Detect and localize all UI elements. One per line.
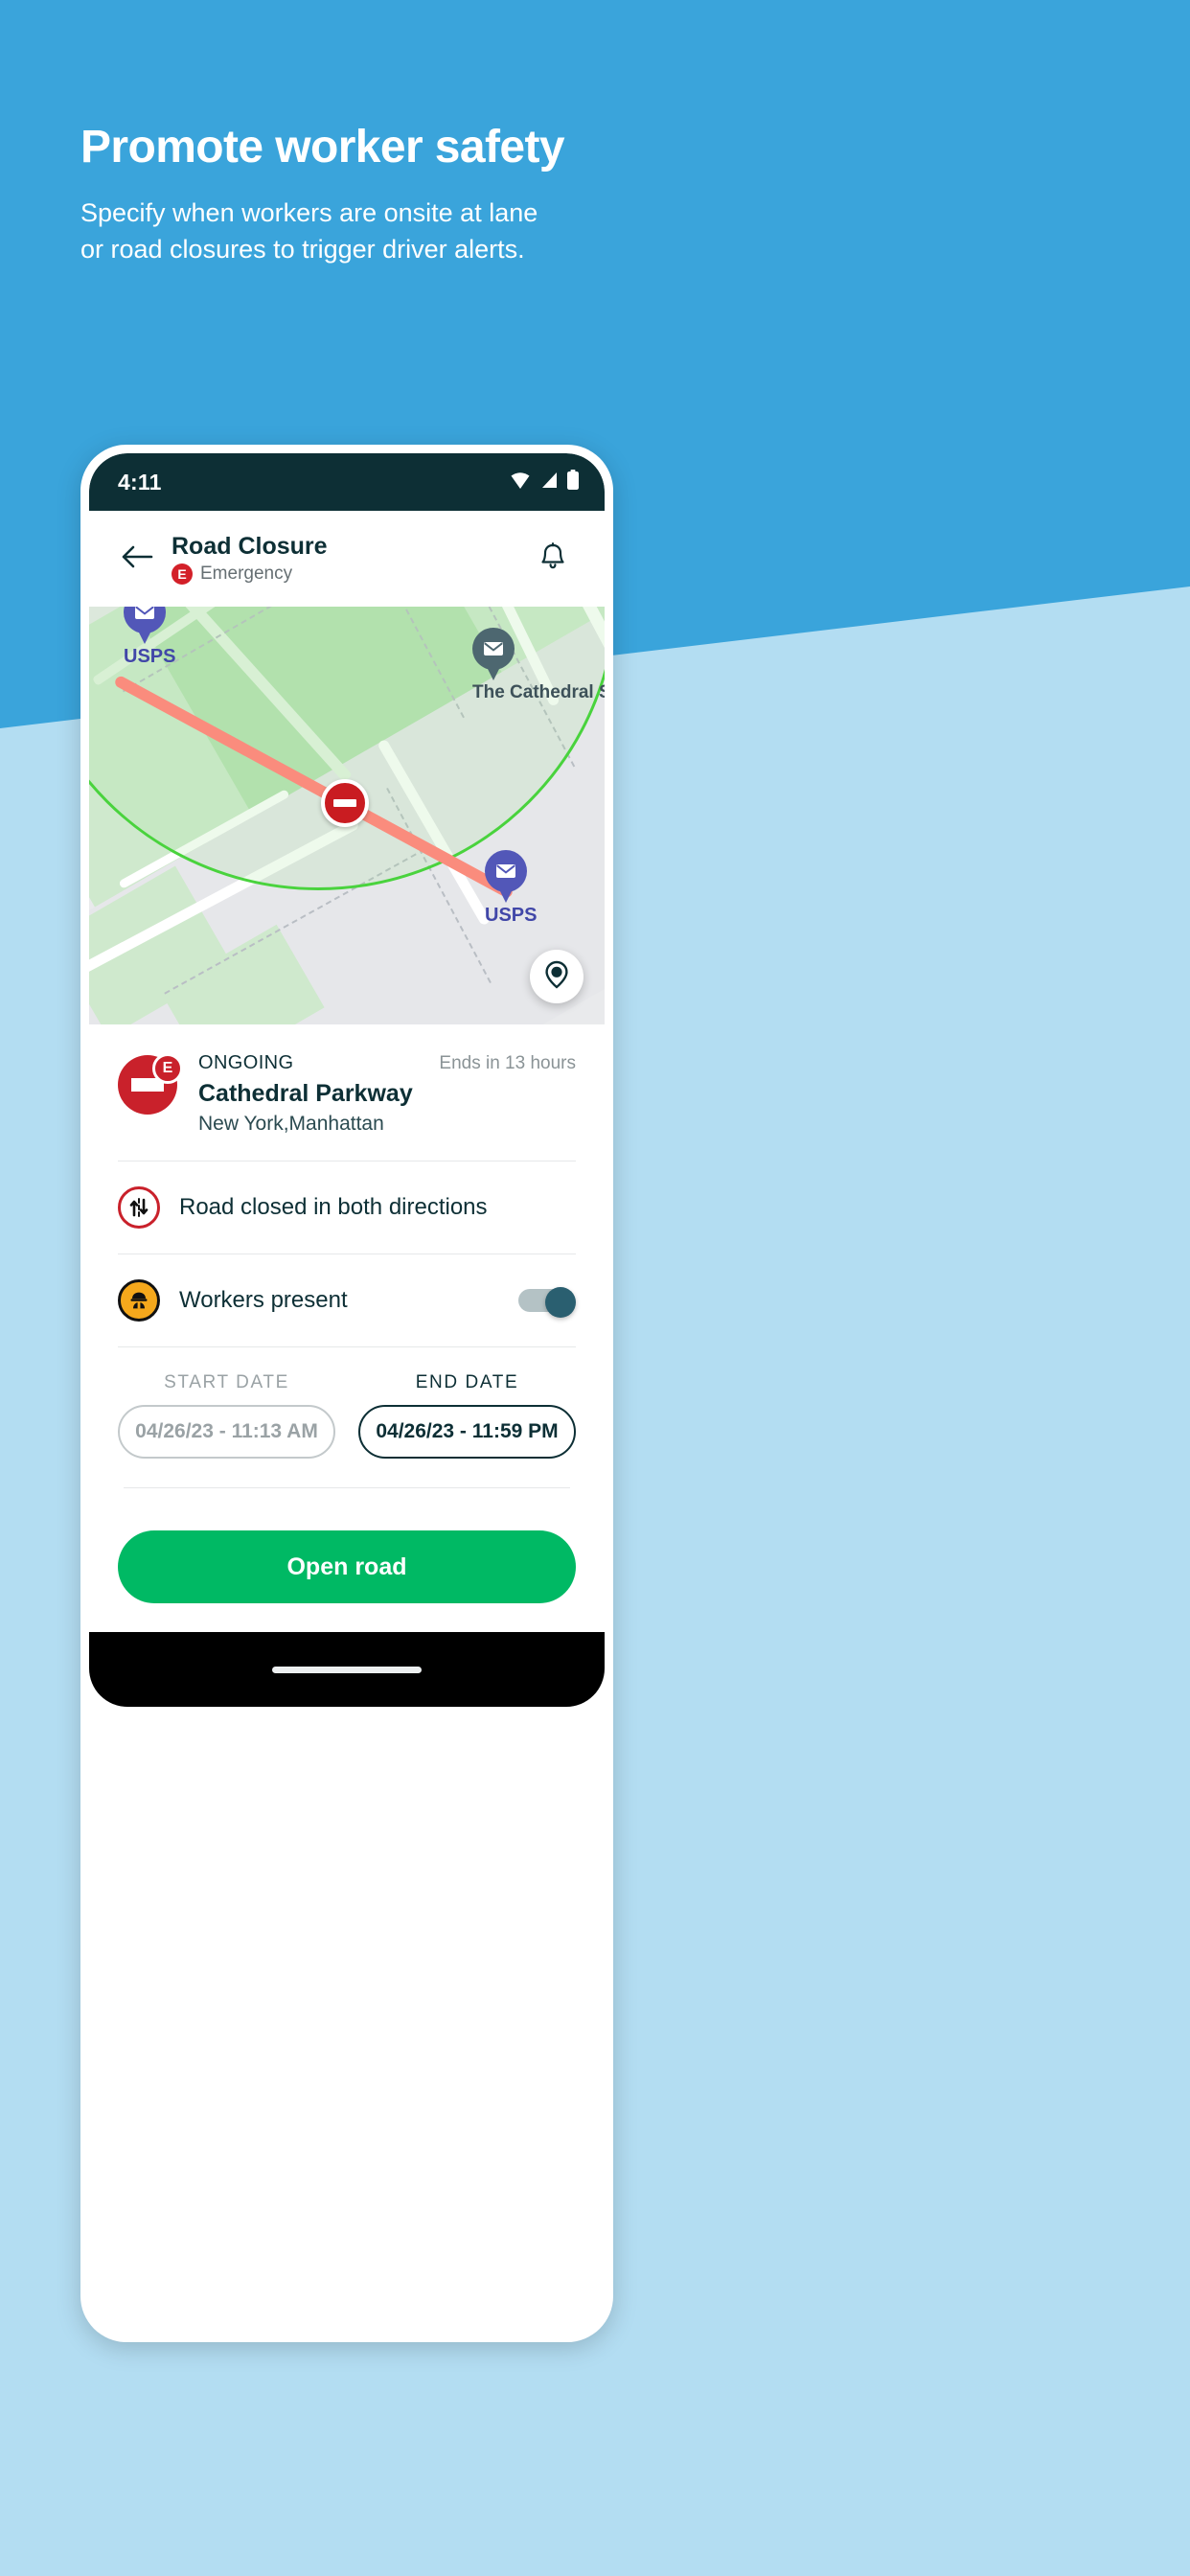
closure-name: Cathedral Parkway	[198, 1080, 413, 1107]
app-bar-subtitle: Emergency	[200, 564, 293, 584]
cta-container: Open road	[89, 1488, 605, 1633]
app-bar: Road Closure E Emergency	[89, 511, 605, 607]
closure-text-block: ONGOING Cathedral Parkway New York,Manha…	[198, 1051, 439, 1136]
start-date-caption: START DATE	[164, 1372, 289, 1393]
mail-pin-icon	[485, 850, 527, 904]
direction-label: Road closed in both directions	[179, 1194, 488, 1221]
map-marker-label: The Cathedral S	[472, 682, 605, 702]
toggle-knob	[545, 1287, 576, 1319]
date-section: START DATE 04/26/23 - 11:13 AM END DATE …	[89, 1347, 605, 1483]
notifications-button[interactable]	[528, 534, 578, 584]
battery-icon	[566, 469, 580, 495]
workers-present-row[interactable]: Workers present	[89, 1254, 605, 1347]
open-road-button[interactable]: Open road	[118, 1530, 576, 1604]
promo-subtitle-line-1: Specify when workers are onsite at lane	[80, 197, 538, 227]
app-bar-titles: Road Closure E Emergency	[172, 533, 528, 585]
workers-present-toggle[interactable]	[518, 1287, 576, 1319]
closure-summary: E ONGOING Cathedral Parkway New York,Man…	[89, 1024, 605, 1162]
map-marker-label: USPS	[124, 646, 176, 667]
status-bar-time: 4:11	[118, 469, 162, 494]
end-date-caption: END DATE	[415, 1372, 519, 1393]
cellular-signal-icon	[539, 471, 559, 494]
start-date-block: START DATE 04/26/23 - 11:13 AM	[118, 1372, 335, 1460]
no-entry-bar	[333, 799, 356, 807]
promo-title: Promote worker safety	[80, 122, 565, 172]
no-entry-icon[interactable]	[321, 779, 369, 827]
home-indicator[interactable]	[272, 1666, 422, 1673]
map-marker-usps-top[interactable]: USPS	[124, 607, 175, 668]
app-bar-subtitle-row: E Emergency	[172, 564, 528, 585]
worker-helmet-icon	[118, 1279, 160, 1322]
promo-subtitle-line-2: or road closures to trigger driver alert…	[80, 235, 525, 264]
emergency-badge: E	[152, 1053, 183, 1084]
mail-pin-icon	[472, 628, 515, 681]
wifi-icon	[509, 471, 532, 494]
end-date-block: END DATE 04/26/23 - 11:59 PM	[358, 1372, 576, 1460]
page-title: Road Closure	[172, 533, 328, 560]
map-marker-usps-bottom[interactable]: USPS	[485, 850, 537, 927]
arrow-left-icon	[121, 544, 153, 574]
phone-screen: 4:11 Road Closure E Emergency USPS The C…	[89, 453, 605, 2334]
phone-mockup: 4:11 Road Closure E Emergency USPS The C…	[80, 445, 613, 2342]
status-badge: ONGOING	[198, 1052, 294, 1073]
both-directions-icon	[118, 1186, 160, 1230]
map-view[interactable]: USPS The Cathedral S USPS	[89, 607, 605, 1024]
start-date-field[interactable]: 04/26/23 - 11:13 AM	[118, 1405, 335, 1460]
status-bar: 4:11	[89, 453, 605, 511]
android-nav-bar	[89, 1632, 605, 1708]
promo-subtitle: Specify when workers are onsite at lane …	[80, 195, 617, 268]
end-date-field[interactable]: 04/26/23 - 11:59 PM	[358, 1405, 576, 1460]
emergency-badge: E	[172, 564, 193, 585]
bell-icon	[538, 541, 567, 577]
map-marker-cathedral[interactable]: The Cathedral S	[472, 628, 605, 703]
ends-in-label: Ends in 13 hours	[439, 1053, 576, 1073]
direction-row[interactable]: Road closed in both directions	[89, 1162, 605, 1254]
status-bar-icons	[509, 469, 580, 495]
workers-present-label: Workers present	[179, 1287, 348, 1314]
my-location-icon	[542, 959, 571, 995]
road-closed-icon: E	[118, 1053, 183, 1118]
mail-pin-icon	[124, 607, 166, 645]
promo-copy: Promote worker safety Specify when worke…	[80, 122, 751, 268]
back-button[interactable]	[112, 534, 162, 584]
closure-location: New York,Manhattan	[198, 1113, 384, 1135]
map-marker-label: USPS	[485, 905, 538, 926]
my-location-button[interactable]	[530, 950, 584, 1003]
